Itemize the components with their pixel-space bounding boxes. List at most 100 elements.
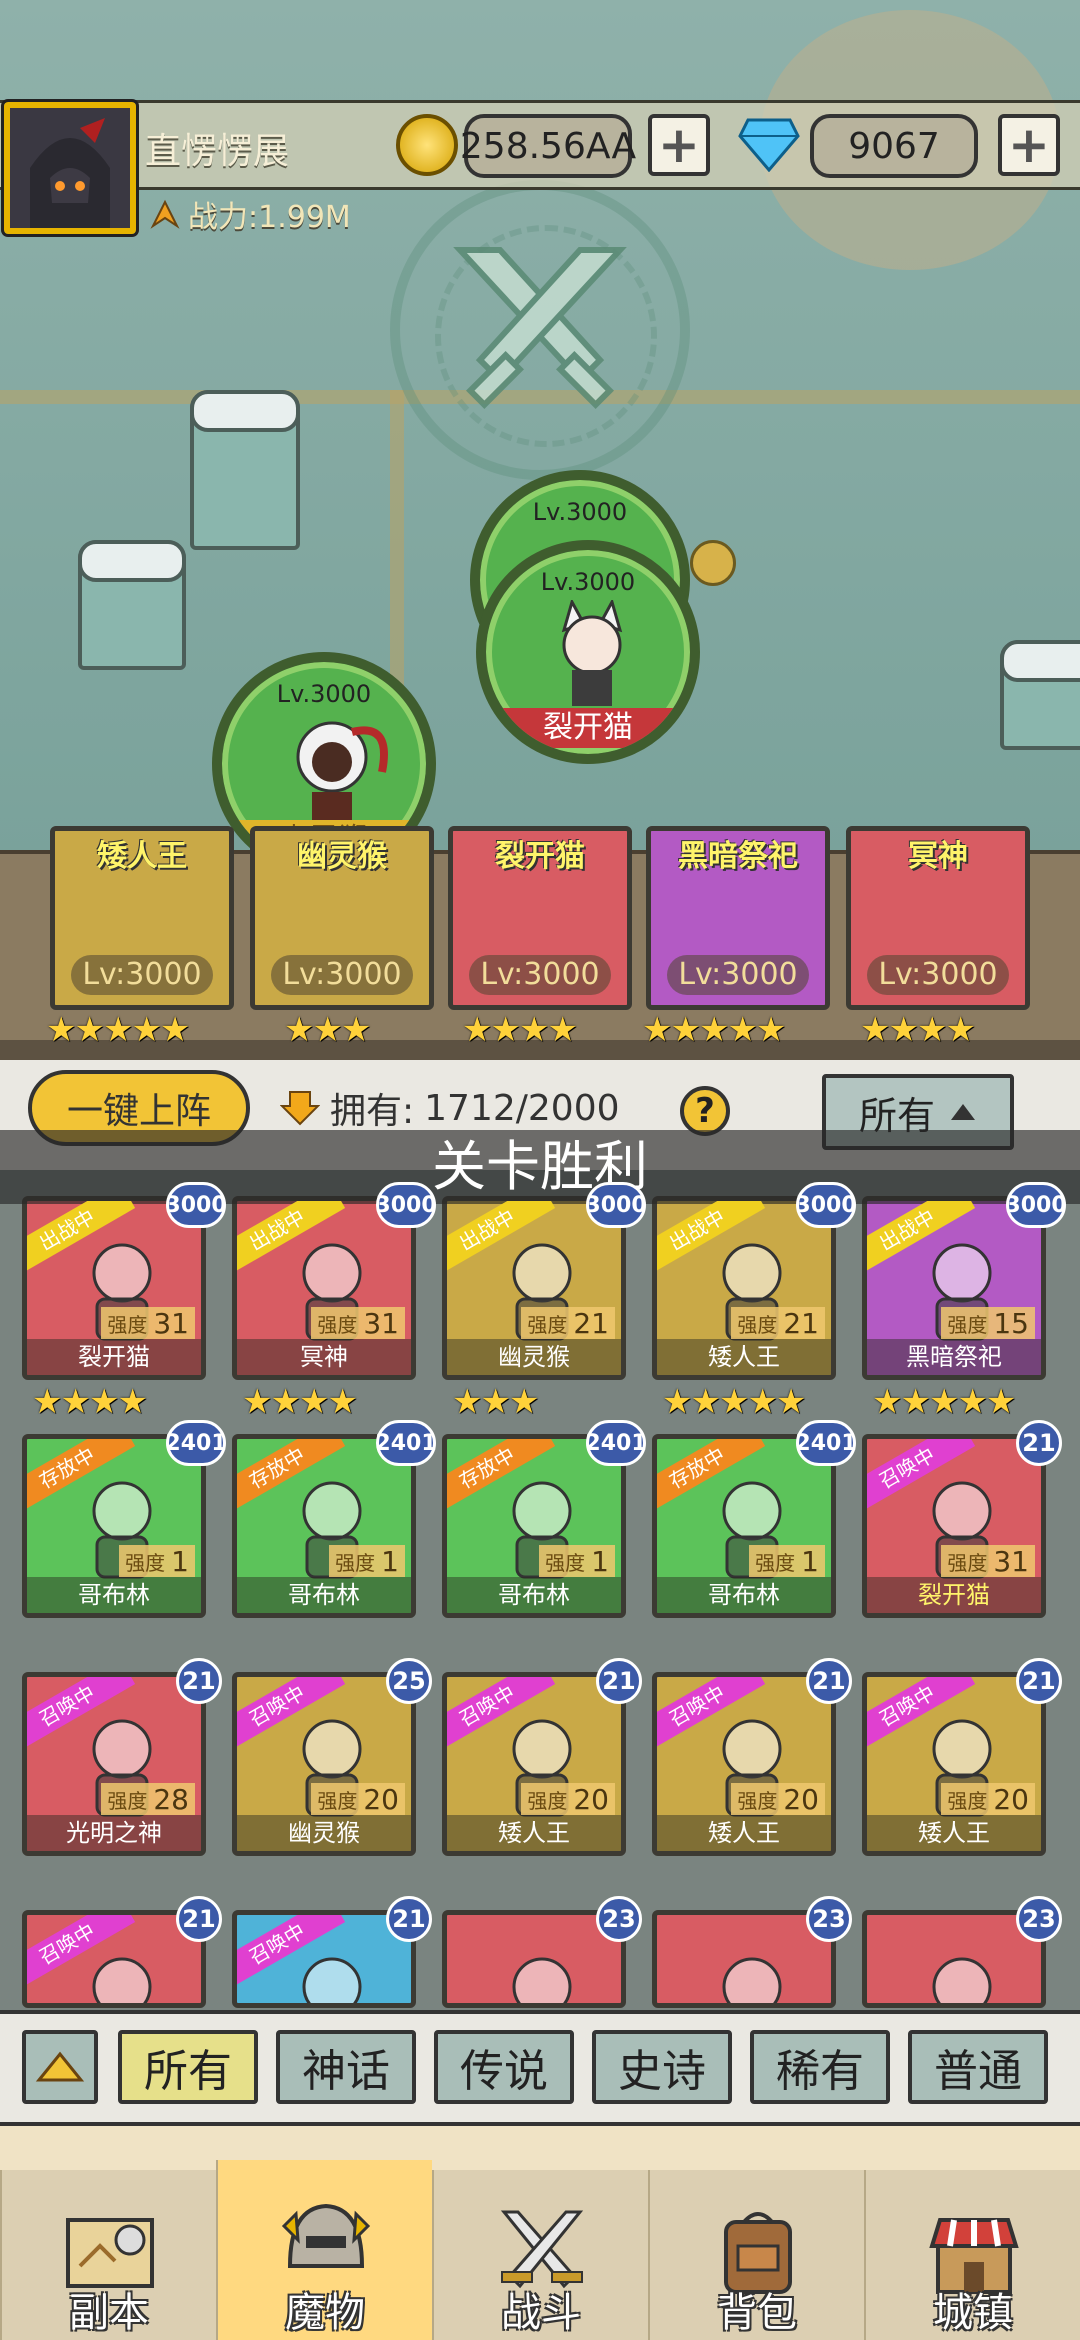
rarity-tab-epic[interactable]: 史诗 [592, 2030, 732, 2104]
strength-value: 15 [993, 1306, 1029, 1340]
monster-count-badge: 21 [596, 1658, 642, 1704]
arrow-down-icon [280, 1091, 320, 1126]
strength-label: 强度 [335, 1550, 376, 1575]
monster-count-badge: 3000 [165, 1182, 227, 1228]
rarity-tab-all[interactable]: 所有 [118, 2030, 258, 2104]
team-slot-name: 冥神 [908, 839, 968, 874]
strength-label: 强度 [317, 1312, 358, 1337]
monster-name: 哥布林 [237, 1577, 411, 1613]
monster-name: 黑暗祭祀 [867, 1339, 1041, 1375]
nav-backpack[interactable]: 背包 [648, 2170, 864, 2340]
team-slot[interactable]: 黑暗祭祀 Lv:3000 [646, 826, 830, 1010]
monster-name: 矮人王 [657, 1815, 831, 1851]
monster-name: 哥布林 [657, 1577, 831, 1613]
monster-count-badge: 3000 [795, 1182, 857, 1228]
team-slot[interactable]: 矮人王 Lv:3000 [50, 826, 234, 1010]
monster-card[interactable]: 召唤中 强度 20 矮人王 [652, 1672, 836, 1856]
monster-portrait-icon [932, 1957, 992, 2003]
monster-card[interactable]: 召唤中 强度 20 矮人王 [862, 1672, 1046, 1856]
monster-portrait-icon [302, 1957, 362, 2003]
combat-power-value: 战力:1.99M [188, 200, 351, 235]
monster-strength: 强度 31 [941, 1545, 1035, 1578]
strength-value: 21 [783, 1306, 819, 1340]
strength-value: 28 [153, 1782, 189, 1816]
monster-card[interactable]: 召唤中 强度 20 矮人王 [442, 1672, 626, 1856]
monster-strength: 强度 1 [119, 1544, 195, 1578]
owned-value: 1712/2000 [424, 1087, 620, 1129]
monster-portrait-icon [512, 1957, 572, 2003]
monster-strength: 强度 20 [731, 1782, 825, 1816]
team-slot[interactable]: 裂开猫 Lv:3000 [448, 826, 632, 1010]
strength-value: 1 [801, 1544, 819, 1578]
monster-name: 矮人王 [447, 1815, 621, 1851]
nav-town[interactable]: 城镇 [864, 2170, 1080, 2340]
unit-name: 裂开猫 [486, 708, 690, 748]
monster-stars: ★★★★ [32, 1382, 148, 1422]
add-gold-button[interactable]: + [648, 114, 710, 176]
monster-card[interactable]: 召唤中 强度 28 光明之神 [22, 1672, 206, 1856]
strength-label: 强度 [947, 1312, 988, 1337]
monster-card[interactable]: 召唤中 强度 20 幽灵猴 [232, 1672, 416, 1856]
monster-name: 哥布林 [27, 1577, 201, 1613]
strength-label: 强度 [317, 1788, 358, 1813]
crossed-swords-icon [453, 247, 627, 409]
strength-label: 强度 [125, 1550, 166, 1575]
nav-monsters[interactable]: 魔物 [216, 2160, 432, 2340]
monster-name: 裂开猫 [27, 1339, 201, 1375]
monster-name: 幽灵猴 [447, 1339, 621, 1375]
monster-name: 哥布林 [447, 1577, 621, 1613]
team-slot-stars: ★★★★★ [642, 1010, 786, 1050]
monster-count-badge: 21 [176, 1658, 222, 1704]
team-slot-name: 裂开猫 [495, 839, 585, 874]
cat-girl-icon [561, 600, 623, 706]
strength-value: 1 [591, 1544, 609, 1578]
team-slot[interactable]: 幽灵猴 Lv:3000 [250, 826, 434, 1010]
help-button[interactable]: ? [680, 1086, 730, 1136]
diamond-icon [738, 118, 800, 172]
map-unit[interactable]: Lv.3000 裂开猫 [476, 540, 700, 764]
player-name: 直愣愣展 [145, 131, 290, 172]
team-slot-stars: ★★★★ [860, 1010, 976, 1050]
collapse-button[interactable] [22, 2030, 98, 2104]
monster-count-badge: 21 [386, 1896, 432, 1942]
team-slot-name: 黑暗祭祀 [678, 839, 798, 874]
add-gems-button[interactable]: + [998, 114, 1060, 176]
strength-value: 1 [171, 1544, 189, 1578]
unit-level: Lv.3000 [276, 680, 372, 708]
monster-count-badge: 3000 [1005, 1182, 1067, 1228]
team-slot-stars: ★★★ [284, 1010, 371, 1050]
team-slot-level: Lv:3000 [71, 955, 213, 995]
player-avatar[interactable] [1, 99, 139, 237]
monster-count-badge: 25 [386, 1658, 432, 1704]
monster-stars: ★★★★★ [872, 1382, 1016, 1422]
strength-value: 20 [783, 1782, 819, 1816]
monster-strength: 强度 1 [539, 1544, 615, 1578]
strength-label: 强度 [947, 1788, 988, 1813]
monster-count-badge: 2401 [375, 1420, 437, 1466]
strength-label: 强度 [107, 1312, 148, 1337]
owned-count: 拥有: 1712/2000 [280, 1082, 620, 1134]
rarity-tab-legendary[interactable]: 传说 [434, 2030, 574, 2104]
snow-pillar [190, 390, 300, 550]
strength-label: 强度 [737, 1788, 778, 1813]
monster-card[interactable]: 召唤中 强度 31 裂开猫 [862, 1434, 1046, 1618]
rarity-tab-mythic[interactable]: 神话 [276, 2030, 416, 2104]
power-icon [150, 199, 180, 229]
monster-strength: 强度 28 [101, 1782, 195, 1816]
team-slot-stars: ★★★★ [462, 1010, 578, 1050]
team-slot[interactable]: 冥神 Lv:3000 [846, 826, 1030, 1010]
strength-label: 强度 [107, 1788, 148, 1813]
snow-pillar [1000, 640, 1080, 750]
owned-label: 拥有: [330, 1091, 415, 1132]
team-slot-name: 幽灵猴 [297, 839, 387, 874]
monster-portrait-icon [92, 1957, 152, 2003]
team-slot-level: Lv:3000 [867, 955, 1009, 995]
nav-battle[interactable]: 战斗 [432, 2170, 648, 2340]
team-slot-stars: ★★★★★ [46, 1010, 190, 1050]
map-road [390, 390, 404, 710]
nav-dungeon[interactable]: 副本 [0, 2170, 216, 2340]
monster-strength: 强度 20 [311, 1783, 405, 1816]
rarity-tab-common[interactable]: 普通 [908, 2030, 1048, 2104]
rarity-tab-rare[interactable]: 稀有 [750, 2030, 890, 2104]
skull-icon [690, 540, 736, 586]
